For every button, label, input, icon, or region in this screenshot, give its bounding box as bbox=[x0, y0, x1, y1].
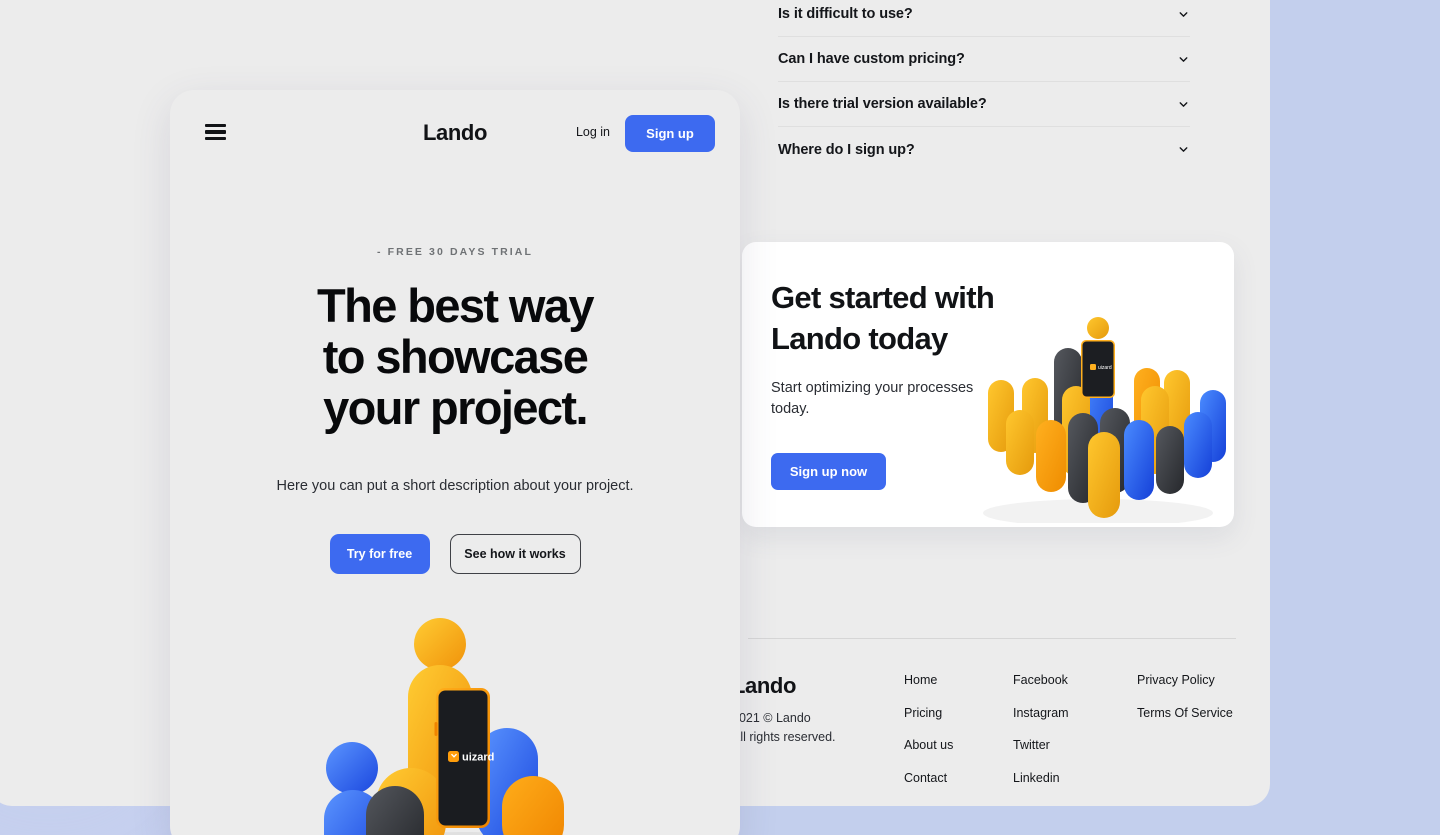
mobile-mockup-panel: Lando Log in Sign up - FREE 30 DAYS TRIA… bbox=[170, 90, 740, 835]
people-illustration: uizard bbox=[324, 618, 564, 835]
faq-question: Is it difficult to use? bbox=[778, 6, 913, 22]
get-started-card: Get started with Lando today Start optim… bbox=[742, 242, 1234, 527]
footer-copyright: 2021 © Lando All rights reserved. bbox=[732, 709, 836, 748]
sign-up-now-button[interactable]: Sign up now bbox=[771, 453, 886, 490]
sign-up-button[interactable]: Sign up bbox=[625, 115, 715, 152]
faq-section: Is it difficult to use? Can I have custo… bbox=[778, 0, 1190, 172]
see-how-it-works-button[interactable]: See how it works bbox=[449, 534, 581, 574]
faq-item[interactable]: Can I have custom pricing? bbox=[778, 37, 1190, 82]
hero-subheading: Here you can put a short description abo… bbox=[276, 478, 634, 494]
hero-heading: The best way to showcase your project. bbox=[200, 280, 710, 434]
faq-item[interactable]: Where do I sign up? bbox=[778, 127, 1190, 172]
phone-logo-text: uizard bbox=[462, 752, 494, 764]
hero-eyebrow: - FREE 30 DAYS TRIAL bbox=[377, 246, 533, 258]
screenshot-canvas: Is it difficult to use? Can I have custo… bbox=[0, 0, 1440, 835]
footer-link-privacy-policy[interactable]: Privacy Policy bbox=[1137, 673, 1233, 687]
mobile-mockup-content: Lando Log in Sign up - FREE 30 DAYS TRIA… bbox=[170, 90, 740, 835]
faq-item[interactable]: Is it difficult to use? bbox=[778, 0, 1190, 37]
footer-link-contact[interactable]: Contact bbox=[904, 771, 953, 785]
log-in-link[interactable]: Log in bbox=[576, 125, 610, 139]
hero-heading-line: your project. bbox=[323, 381, 588, 435]
footer-divider bbox=[748, 638, 1236, 639]
chevron-down-icon[interactable] bbox=[1177, 98, 1190, 111]
footer-column-legal: Privacy Policy Terms Of Service bbox=[1137, 673, 1233, 738]
footer: Lando 2021 © Lando All rights reserved. … bbox=[700, 668, 1260, 798]
phone-logo-text: uizard bbox=[1098, 365, 1112, 371]
try-for-free-button[interactable]: Try for free bbox=[329, 534, 430, 574]
hero-button-group: Try for free See how it works bbox=[170, 534, 740, 574]
faq-question: Where do I sign up? bbox=[778, 141, 915, 158]
footer-brand: Lando bbox=[732, 673, 796, 698]
footer-column-site: Home Pricing About us Contact bbox=[904, 673, 953, 803]
footer-link-about-us[interactable]: About us bbox=[904, 738, 953, 752]
footer-link-terms-of-service[interactable]: Terms Of Service bbox=[1137, 706, 1233, 720]
chevron-down-icon[interactable] bbox=[1177, 53, 1190, 66]
chevron-down-icon[interactable] bbox=[1177, 143, 1190, 156]
hero-heading-line: The best way bbox=[317, 279, 595, 332]
capsules-illustration: uizard bbox=[983, 317, 1226, 523]
get-started-subtitle: Start optimizing your processes today. bbox=[771, 380, 974, 417]
footer-copyright-line: All rights reserved. bbox=[732, 730, 836, 745]
footer-link-instagram[interactable]: Instagram bbox=[1013, 706, 1069, 720]
footer-link-twitter[interactable]: Twitter bbox=[1013, 738, 1069, 752]
footer-link-home[interactable]: Home bbox=[904, 673, 953, 687]
hero-heading-line: to showcase bbox=[322, 330, 589, 384]
faq-question: Can I have custom pricing? bbox=[778, 51, 965, 67]
faq-question: Is there trial version available? bbox=[778, 96, 987, 112]
footer-copyright-line: 2021 © Lando bbox=[732, 711, 811, 725]
footer-column-social: Facebook Instagram Twitter Linkedin bbox=[1013, 673, 1069, 803]
footer-link-pricing[interactable]: Pricing bbox=[904, 706, 953, 720]
chevron-down-icon[interactable] bbox=[1177, 8, 1190, 21]
mobile-navbar: Lando Log in Sign up bbox=[170, 90, 740, 178]
footer-link-facebook[interactable]: Facebook bbox=[1013, 673, 1069, 687]
faq-item[interactable]: Is there trial version available? bbox=[778, 82, 1190, 127]
footer-link-linkedin[interactable]: Linkedin bbox=[1013, 771, 1069, 785]
